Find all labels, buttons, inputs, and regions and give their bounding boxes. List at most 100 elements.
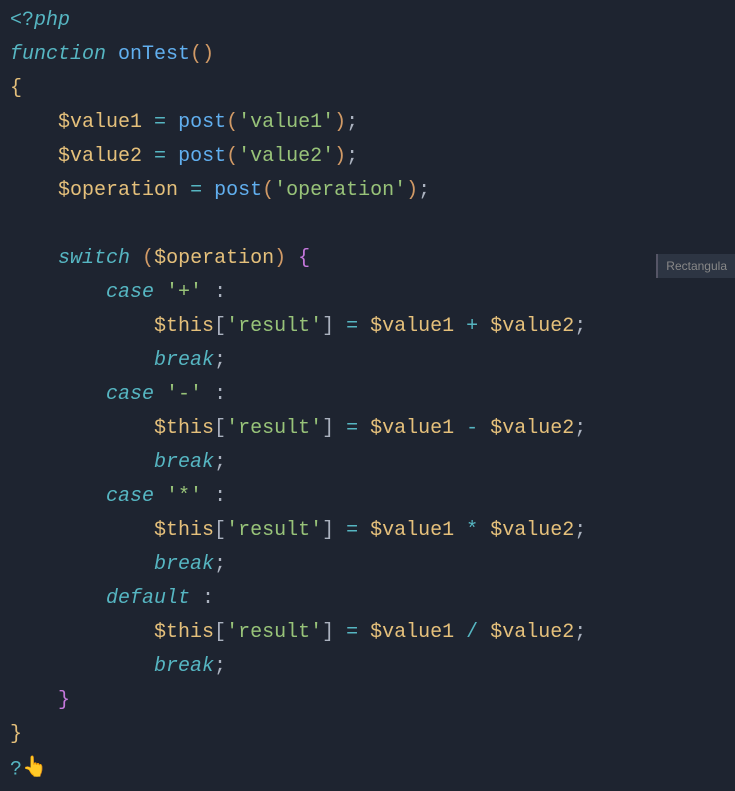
code-line[interactable]: $this['result'] = $value1 * $value2; xyxy=(10,514,735,548)
operator-assign: = xyxy=(346,621,358,644)
variable: $value2 xyxy=(490,315,574,338)
function-call: post xyxy=(214,179,262,202)
code-line[interactable]: $operation = post('operation'); xyxy=(10,174,735,208)
string-literal: 'value1' xyxy=(238,111,334,134)
semicolon: ; xyxy=(214,655,226,678)
case-keyword: case xyxy=(106,485,154,508)
code-line[interactable]: break; xyxy=(10,446,735,480)
array-key: 'result' xyxy=(226,315,322,338)
cursor-icon: 👆 xyxy=(22,752,47,786)
this-variable: $this xyxy=(154,417,214,440)
code-line[interactable]: $this['result'] = $value1 / $value2; xyxy=(10,616,735,650)
paren-open: ( xyxy=(262,179,274,202)
break-keyword: break xyxy=(154,655,214,678)
code-line[interactable]: } xyxy=(10,718,735,752)
paren-close: ) xyxy=(274,247,286,270)
colon: : xyxy=(214,383,226,406)
code-line[interactable]: switch ($operation) { xyxy=(10,242,735,276)
break-keyword: break xyxy=(154,553,214,576)
variable: $value1 xyxy=(58,111,142,134)
paren-close: ) xyxy=(334,145,346,168)
variable: $value1 xyxy=(370,621,454,644)
php-keyword: php xyxy=(34,9,70,32)
variable: $value1 xyxy=(370,315,454,338)
paren-open: ( xyxy=(142,247,154,270)
case-keyword: case xyxy=(106,383,154,406)
string-literal: '-' xyxy=(166,383,202,406)
paren-open: ( xyxy=(226,145,238,168)
paren-close: ) xyxy=(202,43,214,66)
code-line[interactable]: case '-' : xyxy=(10,378,735,412)
code-line[interactable]: } xyxy=(10,684,735,718)
code-line[interactable]: { xyxy=(10,72,735,106)
code-line[interactable]: $value1 = post('value1'); xyxy=(10,106,735,140)
bracket-close: ] xyxy=(322,519,334,542)
function-call: post xyxy=(178,145,226,168)
operator-assign: = xyxy=(346,417,358,440)
variable: $value2 xyxy=(490,621,574,644)
code-line[interactable]: $this['result'] = $value1 + $value2; xyxy=(10,310,735,344)
variable: $value2 xyxy=(490,519,574,542)
operator-assign: = xyxy=(154,145,166,168)
php-open-tag: <? xyxy=(10,9,34,32)
paren-open: ( xyxy=(190,43,202,66)
brace-open: { xyxy=(298,247,310,270)
string-literal: '+' xyxy=(166,281,202,304)
operator-divide: / xyxy=(466,621,478,644)
semicolon: ; xyxy=(346,145,358,168)
rectangular-selection-hint[interactable]: Rectangula xyxy=(656,254,735,278)
code-line[interactable]: case '*' : xyxy=(10,480,735,514)
variable: $operation xyxy=(58,179,178,202)
operator-assign: = xyxy=(154,111,166,134)
paren-close: ) xyxy=(334,111,346,134)
semicolon: ; xyxy=(574,621,586,644)
code-line[interactable]: ?👆 xyxy=(10,752,735,787)
bracket-close: ] xyxy=(322,417,334,440)
code-line[interactable]: function onTest() xyxy=(10,38,735,72)
bracket-open: [ xyxy=(214,519,226,542)
switch-keyword: switch xyxy=(58,247,130,270)
code-editor[interactable]: <?php function onTest() { $value1 = post… xyxy=(0,0,735,791)
array-key: 'result' xyxy=(226,417,322,440)
semicolon: ; xyxy=(346,111,358,134)
code-line[interactable]: break; xyxy=(10,650,735,684)
code-line[interactable]: default : xyxy=(10,582,735,616)
semicolon: ; xyxy=(574,519,586,542)
function-keyword: function xyxy=(10,43,106,66)
semicolon: ; xyxy=(214,349,226,372)
code-line[interactable]: $value2 = post('value2'); xyxy=(10,140,735,174)
code-line[interactable]: break; xyxy=(10,344,735,378)
code-line[interactable] xyxy=(10,208,735,242)
brace-close: } xyxy=(10,723,22,746)
code-line[interactable]: break; xyxy=(10,548,735,582)
semicolon: ; xyxy=(214,451,226,474)
bracket-open: [ xyxy=(214,417,226,440)
operator-assign: = xyxy=(346,519,358,542)
paren-open: ( xyxy=(226,111,238,134)
code-line[interactable]: case '+' : xyxy=(10,276,735,310)
this-variable: $this xyxy=(154,315,214,338)
code-line[interactable]: $this['result'] = $value1 - $value2; xyxy=(10,412,735,446)
array-key: 'result' xyxy=(226,519,322,542)
string-literal: '*' xyxy=(166,485,202,508)
operator-minus: - xyxy=(466,417,478,440)
semicolon: ; xyxy=(574,315,586,338)
code-line[interactable]: <?php xyxy=(10,4,735,38)
bracket-open: [ xyxy=(214,621,226,644)
colon: : xyxy=(214,485,226,508)
semicolon: ; xyxy=(574,417,586,440)
colon: : xyxy=(202,587,214,610)
semicolon: ; xyxy=(418,179,430,202)
operator-plus: + xyxy=(466,315,478,338)
variable: $value1 xyxy=(370,519,454,542)
function-call: post xyxy=(178,111,226,134)
semicolon: ; xyxy=(214,553,226,576)
function-name: onTest xyxy=(118,43,190,66)
array-key: 'result' xyxy=(226,621,322,644)
brace-close: } xyxy=(58,689,70,712)
operator-assign: = xyxy=(346,315,358,338)
bracket-close: ] xyxy=(322,315,334,338)
break-keyword: break xyxy=(154,451,214,474)
string-literal: 'value2' xyxy=(238,145,334,168)
this-variable: $this xyxy=(154,621,214,644)
